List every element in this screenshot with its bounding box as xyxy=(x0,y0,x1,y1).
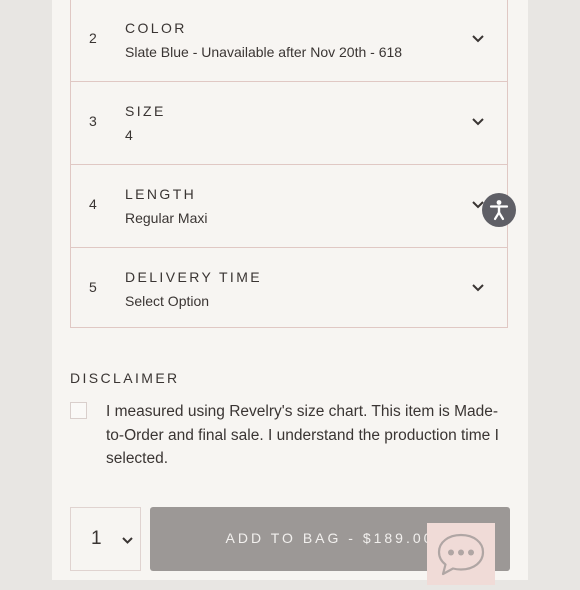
option-number: 2 xyxy=(89,30,97,46)
quantity-value: 1 xyxy=(91,528,102,549)
option-label: SIZE xyxy=(125,103,166,119)
chat-bubble-icon xyxy=(437,533,485,576)
option-label: COLOR xyxy=(125,20,187,36)
disclaimer-checkbox[interactable] xyxy=(70,402,87,419)
accessibility-icon xyxy=(489,200,509,221)
option-row-delivery-time[interactable]: 5 DELIVERY TIME Select Option xyxy=(71,248,507,331)
accessibility-button[interactable] xyxy=(482,193,516,227)
option-number: 4 xyxy=(89,196,97,212)
option-number: 5 xyxy=(89,279,97,295)
chevron-down-icon xyxy=(122,537,133,544)
option-value: Slate Blue - Unavailable after Nov 20th … xyxy=(125,44,403,60)
option-value: 4 xyxy=(125,127,133,143)
chevron-down-icon[interactable] xyxy=(471,32,485,46)
option-row-size[interactable]: 3 SIZE 4 xyxy=(71,82,507,165)
option-value: Regular Maxi xyxy=(125,210,208,226)
option-number: 3 xyxy=(89,113,97,129)
disclaimer-text: I measured using Revelry's size chart. T… xyxy=(106,403,499,467)
product-options-list: 2 COLOR Slate Blue - Unavailable after N… xyxy=(70,0,508,328)
quantity-select[interactable]: 1 xyxy=(70,507,141,571)
disclaimer-heading: DISCLAIMER xyxy=(70,370,180,386)
chat-widget-button[interactable] xyxy=(427,523,495,585)
chevron-down-icon[interactable] xyxy=(471,281,485,295)
option-label: LENGTH xyxy=(125,186,197,202)
option-row-length[interactable]: 4 LENGTH Regular Maxi xyxy=(71,165,507,248)
option-label: DELIVERY TIME xyxy=(125,269,263,285)
option-row-color[interactable]: 2 COLOR Slate Blue - Unavailable after N… xyxy=(71,0,507,82)
option-value: Select Option xyxy=(125,293,210,309)
chevron-down-icon[interactable] xyxy=(471,115,485,129)
